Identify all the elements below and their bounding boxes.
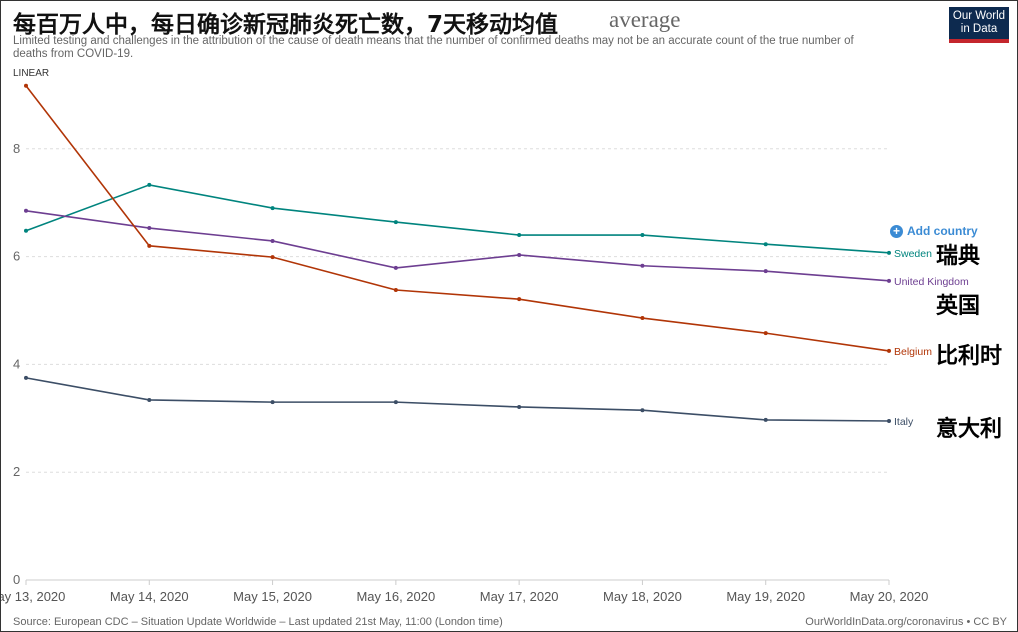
annotation-italy: 意大利 <box>936 417 1003 442</box>
data-point <box>887 278 891 283</box>
x-tick-label: May 13, 2020 <box>1 589 65 604</box>
series-line-sweden <box>25 184 890 254</box>
data-point <box>270 400 275 405</box>
data-point <box>270 238 275 243</box>
data-point <box>887 250 891 255</box>
data-point <box>147 226 152 231</box>
annotation-uk: 英国 <box>936 294 981 319</box>
data-point <box>393 220 398 225</box>
series-line-italy <box>25 377 890 422</box>
data-point <box>24 228 28 233</box>
series-line-belgium <box>25 85 890 352</box>
data-point <box>517 252 522 257</box>
data-point <box>763 331 768 336</box>
x-tick-label: May 20, 2020 <box>850 589 929 604</box>
x-tick-label: May 18, 2020 <box>603 589 682 604</box>
y-tick-label: 2 <box>13 464 20 479</box>
data-point <box>393 265 398 270</box>
x-tick-label: May 14, 2020 <box>110 589 189 604</box>
data-point <box>24 208 28 213</box>
series-label: Belgium <box>894 346 932 358</box>
annotation-sweden: 瑞典 <box>936 244 981 269</box>
x-tick-label: May 17, 2020 <box>480 589 559 604</box>
series-label: United Kingdom <box>894 276 969 288</box>
x-tick-label: May 19, 2020 <box>726 589 805 604</box>
data-point <box>517 297 522 302</box>
data-point <box>887 418 891 423</box>
data-point <box>147 397 152 402</box>
x-tick-label: May 15, 2020 <box>233 589 312 604</box>
data-point <box>270 255 275 260</box>
annotation-belgium: 比利时 <box>936 344 1003 369</box>
x-tick-label: May 16, 2020 <box>356 589 435 604</box>
data-point <box>147 182 152 187</box>
add-country-label: Add country <box>907 224 978 238</box>
data-point <box>640 316 645 321</box>
y-tick-label: 6 <box>13 249 20 264</box>
data-point <box>640 408 645 413</box>
y-tick-label: 0 <box>13 572 20 587</box>
credit-link[interactable]: OurWorldInData.org/coronavirus • CC BY <box>805 616 1007 628</box>
y-tick-label: 4 <box>13 356 20 371</box>
data-point <box>24 83 28 88</box>
data-point <box>24 375 28 380</box>
y-tick-label: 8 <box>13 141 20 156</box>
data-point <box>517 233 522 238</box>
data-point <box>763 242 768 247</box>
data-point <box>763 269 768 274</box>
data-point <box>517 404 522 409</box>
data-point <box>393 288 398 293</box>
data-point <box>393 400 398 405</box>
data-point <box>270 206 275 211</box>
data-point <box>763 417 768 422</box>
add-country-button[interactable]: + Add country <box>890 224 978 238</box>
chart-root: 每百万人中，每日确诊新冠肺炎死亡数，7天移动均值 average Limited… <box>0 0 1018 632</box>
source-note[interactable]: Source: European CDC – Situation Update … <box>13 616 503 628</box>
line-chart: 0 2 4 6 8 May 13, 2020 May 14, 2020 May 15, 202… <box>1 83 969 604</box>
series-label: Sweden <box>894 248 932 260</box>
data-point <box>887 348 891 353</box>
series-label: Italy <box>894 416 914 428</box>
plus-icon: + <box>890 225 903 238</box>
data-point <box>640 233 645 238</box>
data-point <box>640 263 645 268</box>
data-point <box>147 243 152 248</box>
